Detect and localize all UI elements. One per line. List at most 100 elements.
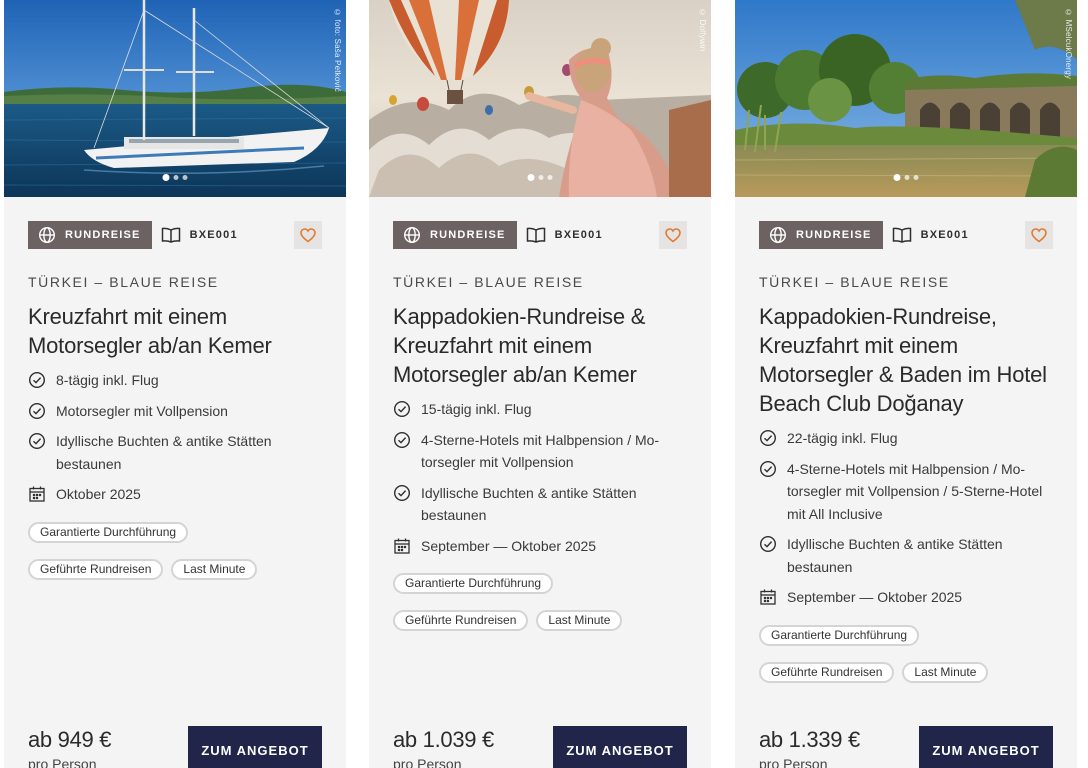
- price-unit: pro Person: [759, 756, 828, 768]
- tag-list: Garantierte Durchführung Geführte Rundre…: [393, 573, 687, 631]
- carousel-dot-active[interactable]: [162, 174, 170, 181]
- feature-text: 22-tägig inkl. Flug: [787, 430, 898, 446]
- tag-chip[interactable]: Geführte Rundreisen: [28, 558, 164, 580]
- feature-item: Motorsegler mit Vollpension: [28, 400, 322, 423]
- offer-title[interactable]: Kappadokien-Rundreise & Kreuzfahrt mit e…: [393, 302, 687, 389]
- check-circle-icon: [393, 400, 411, 418]
- feature-text: 4-Sterne-Hotels mit Halbpension / Mo-tor…: [421, 431, 660, 471]
- check-circle-icon: [28, 371, 46, 389]
- trip-type-label: RUNDREISE: [430, 229, 506, 241]
- trip-code-label: BXE001: [920, 229, 969, 241]
- hot-air-balloon-image: [369, 0, 711, 197]
- price-unit: pro Person: [393, 756, 462, 768]
- favorite-button[interactable]: [659, 221, 687, 249]
- tag-chip[interactable]: Last Minute: [902, 661, 989, 683]
- trip-type-label: RUNDREISE: [796, 229, 872, 241]
- feature-text: 15-tägig inkl. Flug: [421, 401, 532, 417]
- price-value: ab 1.039 €: [393, 727, 494, 752]
- feature-text: Idyllische Buchten & antike Stätten best…: [56, 433, 272, 472]
- ancient-ruins-image: [735, 0, 1077, 197]
- feature-item: Idyllische Buchten & antike Stätten best…: [759, 533, 1053, 578]
- tag-chip[interactable]: Last Minute: [536, 610, 623, 631]
- tag-chip[interactable]: Garantierte Durchführung: [759, 624, 920, 646]
- check-circle-icon: [393, 484, 411, 502]
- image-carousel-dots[interactable]: [893, 174, 919, 181]
- feature-item: Idyllische Buchten & antike Stätten best…: [28, 430, 322, 475]
- heart-icon: [1031, 227, 1047, 243]
- price-unit: pro Person: [28, 756, 97, 768]
- trip-code: BXE001: [526, 227, 603, 243]
- carousel-dot-active[interactable]: [527, 174, 535, 181]
- region-label: TÜRKEI – BLAUE REISE: [28, 274, 219, 290]
- catalog-book-icon: [161, 227, 181, 243]
- view-offer-button[interactable]: ZUM ANGEBOT: [553, 726, 687, 768]
- check-circle-icon: [393, 431, 411, 449]
- view-offer-button[interactable]: ZUM ANGEBOT: [188, 726, 322, 768]
- photo-credit: © MSelcukOnergy: [1064, 8, 1073, 80]
- check-circle-icon: [28, 432, 46, 450]
- photo-credit: © foto: Saša Petković: [333, 8, 342, 92]
- region-label: TÜRKEI – BLAUE REISE: [759, 274, 950, 290]
- feature-text: 4-Sterne-Hotels mit Halbpension / Mo-tor…: [787, 460, 1043, 522]
- feature-text: 8-tägig inkl. Flug: [56, 372, 159, 388]
- heart-icon: [300, 227, 316, 243]
- offer-card[interactable]: © MSelcukOnergy RUNDREISE BXE001 TÜRKEI …: [735, 0, 1077, 768]
- tag-chip[interactable]: Garantierte Durchführung: [28, 521, 189, 543]
- carousel-dot[interactable]: [904, 175, 910, 180]
- trip-type-label: RUNDREISE: [65, 229, 141, 241]
- offer-title[interactable]: Kreuzfahrt mit einem Motorsegler ab/an K…: [28, 302, 322, 360]
- region-label: TÜRKEI – BLAUE REISE: [393, 274, 584, 290]
- offer-image[interactable]: © foto: Saša Petković: [4, 0, 346, 197]
- feature-item: 8-tägig inkl. Flug: [28, 369, 322, 392]
- carousel-dot[interactable]: [182, 175, 188, 180]
- carousel-dot[interactable]: [173, 175, 179, 180]
- favorite-button[interactable]: [1025, 221, 1053, 249]
- carousel-dot-active[interactable]: [893, 174, 901, 181]
- feature-text: Oktober 2025: [56, 486, 141, 502]
- view-offer-button[interactable]: ZUM ANGEBOT: [919, 726, 1053, 768]
- check-circle-icon: [759, 535, 777, 553]
- price-value: ab 1.339 €: [759, 727, 860, 752]
- check-circle-icon: [759, 460, 777, 478]
- offer-card[interactable]: © foto: Saša Petković RUNDREISE BXE001 T…: [4, 0, 346, 768]
- check-circle-icon: [28, 402, 46, 420]
- feature-item: 4-Sterne-Hotels mit Halbpension / Mo-tor…: [759, 458, 1053, 526]
- trip-code-label: BXE001: [189, 229, 238, 241]
- heart-icon: [665, 227, 681, 243]
- tag-list: Garantierte Durchführung Geführte Rundre…: [759, 624, 1053, 683]
- tag-chip[interactable]: Last Minute: [171, 558, 258, 580]
- feature-item: Oktober 2025: [28, 483, 322, 506]
- offer-card[interactable]: © Dolfywin RUNDREISE BXE001 TÜRKEI – BLA…: [369, 0, 711, 768]
- feature-item: 4-Sterne-Hotels mit Halbpension / Mo-tor…: [393, 429, 687, 474]
- price-block: ab 1.039 € pro Person: [393, 727, 494, 768]
- price-block: ab 949 € pro Person: [28, 727, 112, 768]
- trip-type-badge: RUNDREISE: [28, 221, 152, 249]
- carousel-dot[interactable]: [547, 175, 553, 180]
- photo-credit: © Dolfywin: [698, 8, 707, 52]
- feature-item: 22-tägig inkl. Flug: [759, 427, 1053, 450]
- offer-image[interactable]: © Dolfywin: [369, 0, 711, 197]
- feature-text: Idyllische Buchten & antike Stätten best…: [787, 536, 1003, 575]
- price-block: ab 1.339 € pro Person: [759, 727, 860, 768]
- trip-code: BXE001: [161, 227, 238, 243]
- offer-image[interactable]: © MSelcukOnergy: [735, 0, 1077, 197]
- trip-type-badge: RUNDREISE: [759, 221, 883, 249]
- trip-code-label: BXE001: [554, 229, 603, 241]
- offer-title[interactable]: Kappadokien-Rundreise, Kreuzfahrt mit ei…: [759, 302, 1053, 418]
- carousel-dot[interactable]: [538, 175, 544, 180]
- feature-text: September — Oktober 2025: [787, 589, 963, 605]
- feature-list: 15-tägig inkl. Flug 4-Sterne-Hotels mit …: [393, 398, 687, 557]
- image-carousel-dots[interactable]: [527, 174, 553, 181]
- feature-list: 22-tägig inkl. Flug 4-Sterne-Hotels mit …: [759, 427, 1053, 609]
- favorite-button[interactable]: [294, 221, 322, 249]
- check-circle-icon: [759, 429, 777, 447]
- tag-chip[interactable]: Geführte Rundreisen: [759, 661, 895, 683]
- tag-chip[interactable]: Geführte Rundreisen: [393, 610, 529, 631]
- calendar-icon: [759, 588, 777, 606]
- feature-item: Idyllische Buchten & antike Stätten best…: [393, 482, 687, 527]
- tag-chip[interactable]: Garantierte Durchführung: [393, 573, 554, 594]
- globe-icon: [769, 226, 787, 244]
- carousel-dot[interactable]: [913, 175, 919, 180]
- image-carousel-dots[interactable]: [162, 174, 188, 181]
- globe-icon: [403, 226, 421, 244]
